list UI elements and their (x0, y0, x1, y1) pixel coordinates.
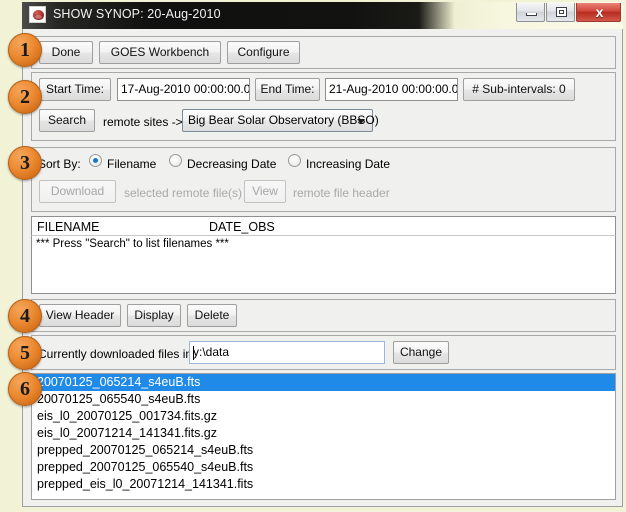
goes-workbench-button[interactable]: GOES Workbench (99, 41, 221, 64)
restore-icon (556, 7, 567, 17)
screenshot-root: SHOW SYNOP: 20-Aug-2010 x Done GOES Work… (0, 0, 626, 512)
start-time-button[interactable]: Start Time: (39, 78, 111, 101)
sub-intervals-button[interactable]: # Sub-intervals: 0 (463, 78, 575, 101)
sort-filename-label[interactable]: Filename (107, 157, 156, 171)
download-dir-value: y:\data (193, 345, 230, 359)
sort-by-label: Sort By: (38, 157, 81, 171)
results-header: FILENAME DATE_OBS (31, 216, 616, 236)
search-button[interactable]: Search (39, 109, 95, 132)
close-button[interactable]: x (576, 3, 621, 22)
window-body: Done GOES Workbench Configure Start Time… (22, 29, 623, 507)
view-header-button[interactable]: View Header (39, 304, 121, 327)
start-time-input[interactable]: 17-Aug-2010 00:00:00.000 (117, 78, 250, 101)
window-controls: x (515, 3, 621, 22)
callout-badge-5: 5 (8, 336, 42, 370)
end-time-button[interactable]: End Time: (255, 78, 320, 101)
window-titlebar[interactable]: SHOW SYNOP: 20-Aug-2010 x (22, 2, 623, 29)
list-item[interactable]: 20070125_065214_s4euB.fts (32, 374, 615, 391)
toolbar-panel: Done GOES Workbench Configure (31, 36, 616, 69)
minimize-button[interactable] (516, 3, 545, 22)
callout-badge-6: 6 (8, 372, 42, 406)
view-button[interactable]: View (244, 180, 286, 203)
column-header-filename: FILENAME (37, 220, 100, 234)
callout-badge-3: 3 (8, 146, 42, 180)
list-item[interactable]: eis_l0_20070125_001734.fits.gz (32, 408, 615, 425)
callout-badge-2: 2 (8, 80, 42, 114)
list-item[interactable]: prepped_eis_l0_20071214_141341.fits (32, 476, 615, 493)
callout-badge-4: 4 (8, 299, 42, 333)
download-dir-label: Currently downloaded files in: (38, 347, 196, 361)
configure-button[interactable]: Configure (227, 41, 300, 64)
results-empty-message: *** Press "Search" to list filenames *** (36, 238, 229, 250)
list-item[interactable]: prepped_20070125_065540_s4euB.fts (32, 459, 615, 476)
solar-app-icon (29, 6, 46, 23)
sort-filename-radio[interactable] (89, 154, 102, 167)
delete-button[interactable]: Delete (187, 304, 237, 327)
sort-download-panel: Sort By: Filename Decreasing Date Increa… (31, 147, 616, 212)
end-time-input[interactable]: 21-Aug-2010 00:00:00.000 (325, 78, 458, 101)
callout-badge-1: 1 (8, 33, 42, 67)
local-actions-panel: View Header Display Delete (31, 299, 616, 332)
done-button[interactable]: Done (39, 41, 93, 64)
titlebar-inner: SHOW SYNOP: 20-Aug-2010 x (22, 2, 623, 29)
restore-button[interactable] (546, 3, 575, 22)
remote-site-selected-label: Big Bear Solar Observatory (BBSO) (188, 113, 379, 127)
chevron-down-icon (357, 119, 365, 124)
sort-increasing-date-radio[interactable] (288, 154, 301, 167)
list-item[interactable]: prepped_20070125_065214_s4euB.fts (32, 442, 615, 459)
search-panel: Start Time: 17-Aug-2010 00:00:00.000 End… (31, 72, 616, 141)
sort-decreasing-date-label[interactable]: Decreasing Date (187, 157, 276, 171)
download-dir-input[interactable]: y:\data (189, 341, 385, 364)
download-button[interactable]: Download (39, 180, 116, 203)
display-button[interactable]: Display (127, 304, 181, 327)
show-synop-window: SHOW SYNOP: 20-Aug-2010 x Done GOES Work… (22, 2, 623, 507)
sort-decreasing-date-radio[interactable] (169, 154, 182, 167)
view-hint-label: remote file header (293, 186, 390, 200)
sort-increasing-date-label[interactable]: Increasing Date (306, 157, 390, 171)
local-file-list[interactable]: 20070125_065214_s4euB.fts 20070125_06554… (31, 373, 616, 500)
change-dir-button[interactable]: Change (393, 341, 449, 364)
list-item[interactable]: eis_l0_20071214_141341.fits.gz (32, 425, 615, 442)
remote-site-select[interactable]: Big Bear Solar Observatory (BBSO) (182, 109, 379, 132)
solar-app-icon-glyph (33, 10, 44, 20)
window-title: SHOW SYNOP: 20-Aug-2010 (53, 7, 221, 21)
column-header-date-obs: DATE_OBS (209, 220, 275, 234)
close-icon: x (595, 4, 604, 20)
results-list[interactable]: *** Press "Search" to list filenames *** (31, 236, 616, 294)
text-caret (193, 346, 194, 360)
remote-sites-label: remote sites -> (103, 115, 183, 129)
download-hint-label: selected remote file(s) (124, 186, 243, 200)
download-dir-panel: Currently downloaded files in: y:\data C… (31, 335, 616, 370)
minimize-icon (526, 13, 537, 16)
list-item[interactable]: 20070125_065540_s4euB.fts (32, 391, 615, 408)
